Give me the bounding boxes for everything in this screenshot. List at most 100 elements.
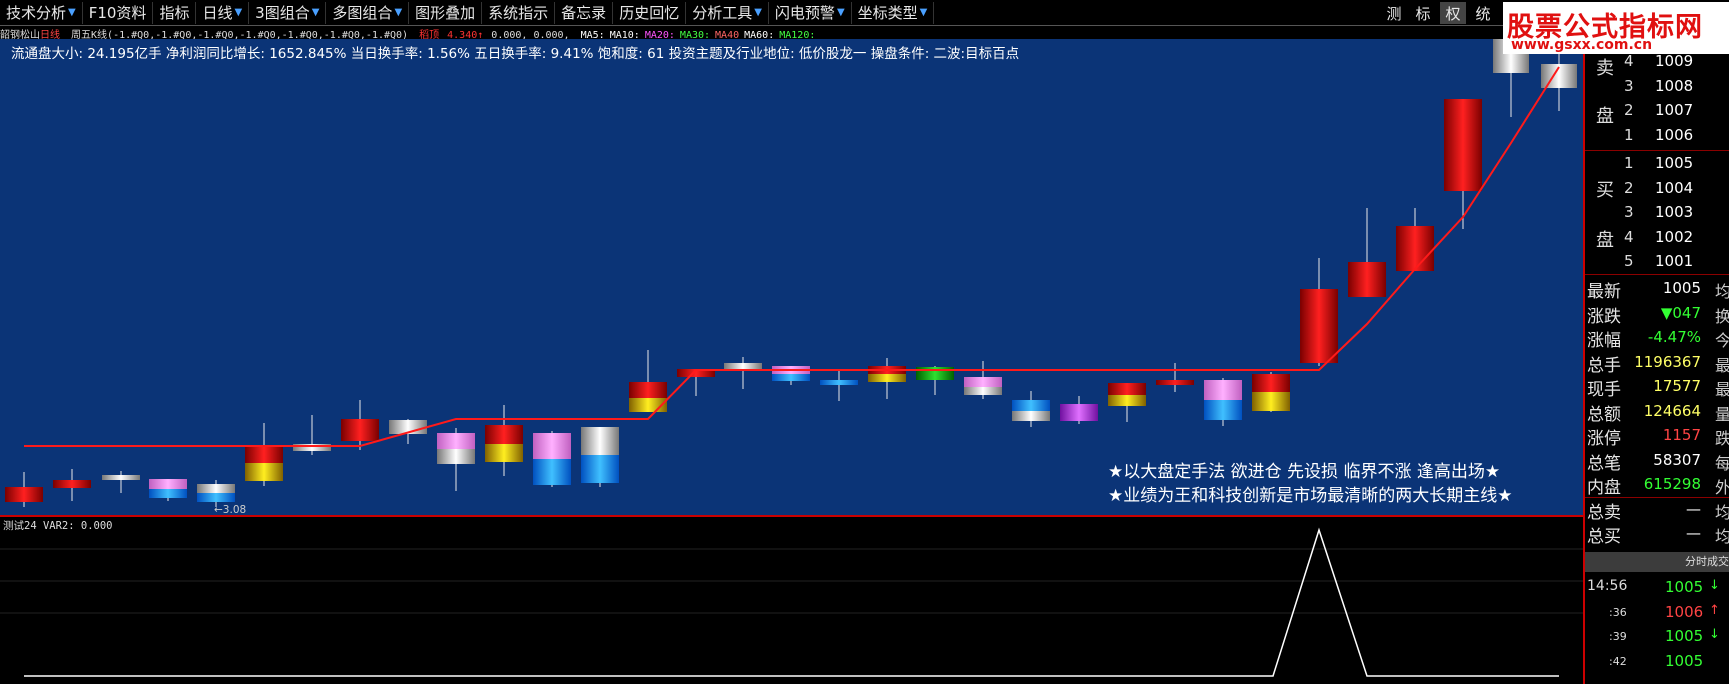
stat-next-label: 均 [1715,527,1729,546]
buy-price[interactable]: 1004 [1655,179,1693,197]
stat-value: 1196367 [1634,352,1701,371]
ma-item-2: MA20: [644,30,675,39]
stat-next-label: 外 [1715,478,1729,497]
ma-value: 4.340↑ [447,30,484,39]
toolbar-right-item-4[interactable]: 统 [1470,2,1496,24]
toolbar-right-item-3[interactable]: 权 [1440,2,1466,24]
ma-values: 0.000, 0.000, [491,30,570,39]
candle-body [1204,380,1242,400]
kline-candle [1300,258,1338,366]
kline-svg [5,39,1577,507]
toolbar-item-label: 闪电预警 [774,4,835,22]
candle-body [581,455,619,483]
toolbar-item-6[interactable]: 图形叠加 [409,1,483,24]
candle-body [437,449,475,464]
buy-price[interactable]: 1003 [1655,203,1693,221]
stat-next-label: 跌 [1715,429,1729,448]
toolbar-item-7[interactable]: 系统指示 [482,1,556,24]
stat-value: 17577 [1653,377,1701,395]
toolbar-item-2[interactable]: 指标 [153,1,197,24]
candle-body [1252,374,1290,392]
ma-label: 稻顶 [419,30,440,39]
toolbar-item-5[interactable]: 多图组合 ▼ [326,1,410,24]
buy-level: 3 [1624,203,1634,221]
stat-next-label: 量 [1715,404,1729,424]
stat-next-label: 最 [1715,355,1729,375]
candle-body [629,382,667,398]
candle-body [964,377,1002,387]
dropdown-arrow-icon: ▼ [919,7,928,18]
ma-item-0: MA5: [580,30,605,39]
kline-candle [1156,363,1194,392]
trading-app: 技术分析 ▼ F10资料 指标 日线 ▼ 3图组合 ▼ 多图组合 ▼ 图形叠加 系统指示 备忘录 历史回忆… [0,0,1729,684]
kline-candle [197,480,235,507]
stat-value: -4.47% [1647,328,1701,346]
candle-body [1348,262,1386,297]
sell-price[interactable]: 1006 [1655,126,1693,144]
sell-level: 3 [1624,76,1634,95]
kline-chart-pane[interactable]: 流通盘大小: 24.195亿手 净利润同比增长: 1652.845% 当日换手率… [0,39,1583,516]
candle-body [1108,383,1146,395]
ma-item-5: MA60: [744,30,775,39]
sell-level: 1 [1624,125,1634,144]
kline-candle [820,370,858,401]
toolbar-right-item-2[interactable]: 标 [1410,2,1436,24]
dropdown-arrow-icon: ▼ [234,7,243,18]
ma-item-4: MA40 [715,30,740,39]
sell-price[interactable]: 1008 [1655,77,1693,95]
toolbar-item-0[interactable]: 技术分析 ▼ [0,1,83,24]
candle-body [485,425,523,444]
stat-value: — [1686,499,1701,518]
watermark-url: www.gsxx.com.cn [1511,37,1653,53]
sell-side-label-1: 卖 [1596,58,1614,79]
toolbar-item-10[interactable]: 分析工具 ▼ [686,1,769,24]
stat-value: 58307 [1653,450,1701,469]
toolbar-item-label: F10资料 [88,4,147,22]
kline-candle [1348,208,1386,297]
toolbar-item-3[interactable]: 日线 ▼ [196,1,250,24]
kline-candle [1396,208,1434,271]
candle-body [197,493,235,502]
tick-time: 14:56 [1587,578,1628,594]
candle-body [533,433,571,459]
tick-direction-icon: ↓ [1709,578,1720,593]
toolbar-item-12[interactable]: 坐标类型 ▼ [852,1,935,24]
candle-body [149,479,187,489]
candle-body [102,475,140,480]
buy-price[interactable]: 1005 [1655,154,1693,172]
stat-value: 615298 [1643,475,1701,493]
kline-candle [533,431,571,487]
kline-candle [1252,372,1290,412]
site-watermark: 股票公式指标网 www.gsxx.com.cn [1503,2,1729,54]
candle-body [197,484,235,493]
stats-separator [1585,274,1729,275]
buy-price[interactable]: 1002 [1655,228,1693,246]
book-separator [1585,150,1729,151]
toolbar-item-8[interactable]: 备忘录 [555,1,614,24]
tick-list-header[interactable]: 分时成交 [1585,552,1729,572]
toolbar-item-9[interactable]: 历史回忆 [613,1,687,24]
sell-price[interactable]: 1009 [1655,52,1693,70]
candle-body [772,374,810,381]
sell-price[interactable]: 1007 [1655,101,1693,119]
toolbar-item-1[interactable]: F10资料 [83,1,154,24]
toolbar-right-item-1[interactable]: 测 [1381,2,1407,24]
slogan-line-2: ★业绩为王和科技创新是市场最清晰的两大长期主线★ [1108,486,1513,506]
buy-level: 1 [1624,154,1634,172]
indicator-sub-pane[interactable]: 测试24 VAR2: 0.000 [0,517,1583,684]
candle-body [964,387,1002,395]
trend-line [24,66,1560,447]
kline-candle [102,471,140,493]
ma-item-6: MA120: [779,30,816,39]
dropdown-arrow-icon: ▼ [754,7,762,18]
candle-body [1204,400,1242,420]
indicator-svg [0,527,1583,677]
toolbar-item-11[interactable]: 闪电预警 ▼ [769,1,852,24]
toolbar-item-label: 系统指示 [488,4,549,22]
buy-price[interactable]: 1001 [1655,252,1693,270]
candle-body [245,463,283,481]
stat-next-label: 均 [1715,502,1729,522]
candle-body [437,433,475,449]
toolbar-item-4[interactable]: 3图组合 ▼ [249,1,327,24]
buy-level: 5 [1624,252,1634,270]
